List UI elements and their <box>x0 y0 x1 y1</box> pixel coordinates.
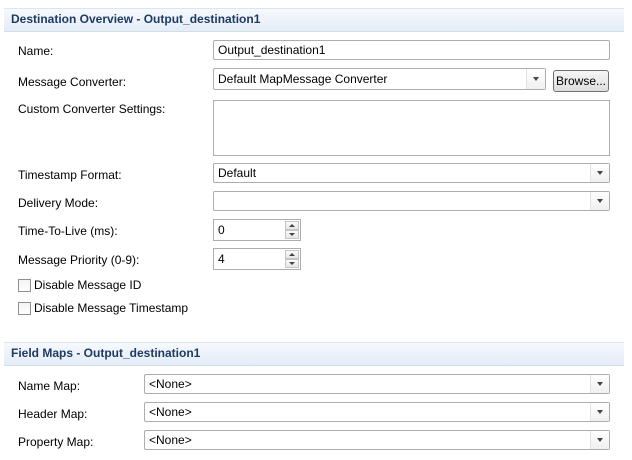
disable-message-timestamp-label: Disable Message Timestamp <box>34 301 189 315</box>
timestamp-format-value: Default <box>218 166 257 180</box>
header-map-value: <None> <box>149 405 192 419</box>
message-converter-label: Message Converter: <box>18 75 127 89</box>
property-map-value: <None> <box>149 433 192 447</box>
arrow-down-icon <box>289 262 295 265</box>
name-map-combo[interactable]: <None> <box>144 374 610 394</box>
property-map-dropdown-button[interactable] <box>590 431 609 449</box>
disable-message-timestamp-checkbox[interactable] <box>18 302 31 315</box>
timestamp-format-combo[interactable]: Default <box>213 163 610 183</box>
time-to-live-spinner[interactable]: 0 <box>213 219 301 241</box>
name-input-value: Output_destination1 <box>218 43 326 57</box>
header-map-dropdown-button[interactable] <box>590 403 609 421</box>
header-map-combo[interactable]: <None> <box>144 402 610 422</box>
field-maps-header: Field Maps - Output_destination1 <box>4 342 624 366</box>
field-maps-title: Field Maps - Output_destination1 <box>11 346 201 360</box>
message-priority-spinner[interactable]: 4 <box>213 248 301 270</box>
message-priority-decrement-button[interactable] <box>285 259 299 268</box>
delivery-mode-dropdown-button[interactable] <box>590 192 609 210</box>
chevron-down-icon <box>597 171 603 175</box>
name-input[interactable]: Output_destination1 <box>213 40 610 60</box>
chevron-down-icon <box>597 199 603 203</box>
chevron-down-icon <box>597 410 603 414</box>
message-priority-value: 4 <box>218 252 225 266</box>
header-map-label: Header Map: <box>18 407 88 421</box>
time-to-live-label: Time-To-Live (ms): <box>18 224 118 238</box>
destination-overview-title: Destination Overview - Output_destinatio… <box>11 12 261 26</box>
timestamp-format-dropdown-button[interactable] <box>590 164 609 182</box>
message-priority-increment-button[interactable] <box>285 250 299 259</box>
custom-converter-settings-textarea[interactable] <box>213 100 610 156</box>
name-map-dropdown-button[interactable] <box>590 375 609 393</box>
name-map-label: Name Map: <box>18 379 81 393</box>
property-map-label: Property Map: <box>18 435 94 449</box>
message-converter-dropdown-button[interactable] <box>526 69 545 89</box>
arrow-down-icon <box>289 233 295 236</box>
arrow-up-icon <box>289 253 295 256</box>
disable-message-id-label: Disable Message ID <box>34 278 142 292</box>
chevron-down-icon <box>533 77 539 81</box>
message-priority-label: Message Priority (0-9): <box>18 253 140 267</box>
message-converter-value: Default MapMessage Converter <box>218 72 388 86</box>
time-to-live-decrement-button[interactable] <box>285 230 299 239</box>
property-map-combo[interactable]: <None> <box>144 430 610 450</box>
timestamp-format-label: Timestamp Format: <box>18 168 122 182</box>
name-map-value: <None> <box>149 377 192 391</box>
chevron-down-icon <box>597 438 603 442</box>
message-converter-combo[interactable]: Default MapMessage Converter <box>213 68 546 90</box>
name-label: Name: <box>18 44 54 58</box>
time-to-live-increment-button[interactable] <box>285 221 299 230</box>
delivery-mode-combo[interactable] <box>213 191 610 211</box>
time-to-live-value: 0 <box>218 223 225 237</box>
delivery-mode-label: Delivery Mode: <box>18 196 99 210</box>
disable-message-id-checkbox[interactable] <box>18 279 31 292</box>
chevron-down-icon <box>597 382 603 386</box>
custom-converter-settings-label: Custom Converter Settings: <box>18 102 166 116</box>
destination-overview-header: Destination Overview - Output_destinatio… <box>4 8 624 32</box>
arrow-up-icon <box>289 224 295 227</box>
browse-button[interactable]: Browse... <box>553 70 609 92</box>
